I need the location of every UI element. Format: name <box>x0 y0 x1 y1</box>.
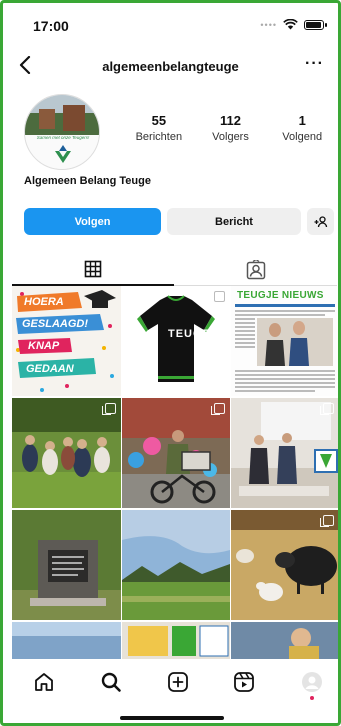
follow-button[interactable]: Volgen <box>24 208 161 235</box>
profile-display-name: Algemeen Belang Teuge <box>24 175 151 187</box>
carousel-icon <box>211 403 225 415</box>
profile-tabs <box>12 253 337 286</box>
stat-following[interactable]: 1 Volgend <box>266 113 338 143</box>
status-indicators: •••• <box>260 19 327 30</box>
avatar[interactable]: Samen met onze Teugers! <box>24 94 100 170</box>
reels-icon <box>234 672 254 692</box>
post-text-line: HOERA <box>24 296 64 308</box>
post-image <box>12 510 121 620</box>
carousel-icon <box>211 291 225 303</box>
avatar-image <box>25 95 99 169</box>
status-bar: 17:00 •••• <box>3 3 338 43</box>
post-text-line: GESLAAGD! <box>22 318 88 330</box>
post-tile[interactable] <box>231 510 338 620</box>
stat-followers[interactable]: 112 Volgers <box>195 113 267 143</box>
nav-search[interactable] <box>98 669 124 695</box>
stat-posts-label: Berichten <box>135 131 183 143</box>
post-text-line: GEDAAN <box>26 363 74 375</box>
home-icon <box>35 673 53 691</box>
post-tile[interactable] <box>122 510 230 620</box>
wifi-icon <box>283 19 298 30</box>
carousel-icon <box>320 403 334 415</box>
profile-stats: 55 Berichten 112 Volgers 1 Volgend <box>123 113 338 143</box>
post-jersey-text: TEUGE <box>168 328 211 340</box>
create-icon <box>168 672 188 692</box>
bottom-navigation <box>3 659 338 723</box>
stat-following-value: 1 <box>298 113 306 128</box>
post-tile[interactable] <box>231 398 338 508</box>
search-icon <box>101 672 121 692</box>
suggested-accounts-button[interactable] <box>307 208 334 235</box>
nav-create[interactable] <box>165 669 191 695</box>
add-person-icon <box>314 215 327 227</box>
stat-followers-label: Volgers <box>212 131 249 143</box>
post-tile[interactable] <box>12 398 121 508</box>
tab-posts-grid[interactable] <box>12 253 174 286</box>
signal-icon: •••• <box>260 19 277 30</box>
message-button[interactable]: Bericht <box>167 208 301 235</box>
home-indicator[interactable] <box>120 716 224 720</box>
post-text-line: KNAP <box>28 340 60 352</box>
nav-reels[interactable] <box>231 669 257 695</box>
post-masthead: TEUGJE NIEUWS <box>237 290 324 301</box>
post-image <box>122 510 230 620</box>
profile-actions: Volgen Bericht <box>24 208 334 235</box>
more-dots-icon: ··· <box>305 55 324 72</box>
tab-tagged[interactable] <box>175 253 337 286</box>
post-tile[interactable]: TEUGE <box>122 286 230 396</box>
more-options-button[interactable]: ··· <box>305 55 324 73</box>
carousel-icon <box>320 515 334 527</box>
stat-posts-value: 55 <box>151 113 167 128</box>
post-tile[interactable] <box>12 510 121 620</box>
battery-icon <box>304 19 327 30</box>
tagged-person-icon <box>246 259 266 279</box>
post-tile[interactable]: TEUGJE NIEUWS <box>231 286 338 396</box>
profile-header: algemeenbelangteuge ··· <box>3 47 338 83</box>
post-image <box>231 286 338 396</box>
stat-posts[interactable]: 55 Berichten <box>123 113 195 143</box>
carousel-icon <box>102 403 116 415</box>
stat-followers-value: 112 <box>220 113 241 128</box>
nav-home[interactable] <box>31 669 57 695</box>
avatar-caption: Samen met onze Teugers! <box>36 135 90 140</box>
grid-icon <box>84 260 102 277</box>
username-title: algemeenbelangteuge <box>102 59 239 74</box>
post-tile[interactable] <box>122 398 230 508</box>
post-tile[interactable]: HOERA GESLAAGD! KNAP GEDAAN <box>12 286 121 396</box>
phone-frame: 17:00 •••• algemeenbelangteuge ··· Samen… <box>0 0 341 726</box>
status-time: 17:00 <box>33 18 69 34</box>
stat-following-label: Volgend <box>282 131 323 143</box>
nav-profile[interactable] <box>299 669 325 700</box>
profile-icon <box>302 672 322 692</box>
notification-dot <box>310 696 314 700</box>
